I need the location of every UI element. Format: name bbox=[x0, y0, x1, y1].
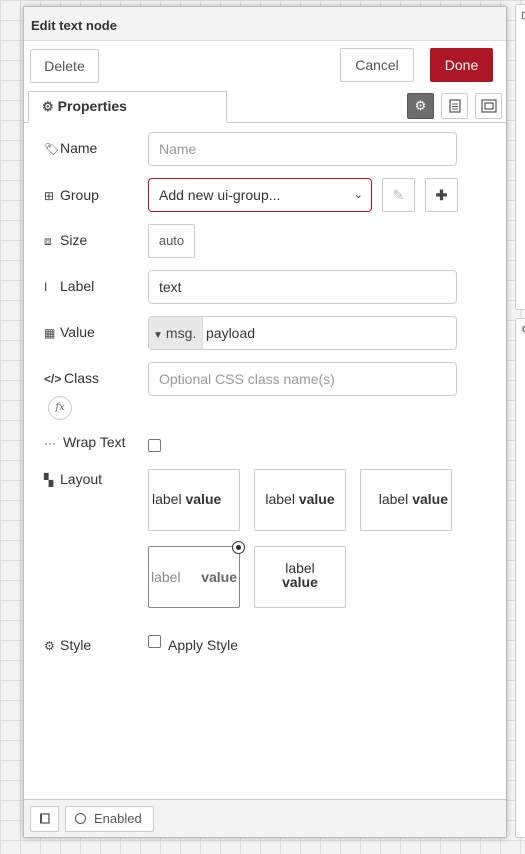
group-select[interactable]: Add new ui-group... ⌄ bbox=[148, 178, 372, 212]
background-node-panel: ⚙ bbox=[515, 318, 525, 838]
size-row-label: ⧈ Size bbox=[44, 232, 87, 249]
layout-option-row-center[interactable]: label value bbox=[254, 469, 346, 531]
group-row-label: ⊞ Group bbox=[44, 187, 99, 203]
delete-button[interactable]: Delete bbox=[30, 49, 99, 83]
wrap-text-label: Wrap Text bbox=[63, 434, 126, 450]
layout-option-value: value bbox=[412, 491, 448, 507]
value-typed-input[interactable]: ▼ msg. payload bbox=[148, 316, 457, 350]
class-label: Class bbox=[64, 370, 100, 386]
apply-style-checkbox[interactable] bbox=[148, 635, 161, 648]
background-node-panel: ⊡ bbox=[515, 4, 525, 310]
style-row-label: ⚙ Style bbox=[44, 637, 91, 653]
group-label: Group bbox=[60, 187, 99, 203]
edit-tray: Edit text node Delete Cancel Done ⚙ Prope… bbox=[23, 6, 507, 838]
value-type-selector[interactable]: ▼ msg. bbox=[149, 317, 203, 349]
caret-down-icon: ▼ bbox=[153, 330, 163, 341]
cancel-button[interactable]: Cancel bbox=[340, 48, 414, 82]
pencil-icon: ✎ bbox=[392, 186, 405, 203]
circle-icon bbox=[75, 813, 86, 824]
calculator-icon: ▦ bbox=[44, 326, 56, 340]
tray-title: Edit text node bbox=[24, 7, 506, 41]
size-label: Size bbox=[60, 232, 88, 248]
enabled-toggle[interactable]: Enabled bbox=[65, 806, 154, 832]
book-icon[interactable] bbox=[30, 806, 59, 832]
layout-selected-radio bbox=[232, 541, 245, 554]
wrap-text-row-label: ··· Wrap Text bbox=[44, 434, 126, 450]
layout-option-label: label bbox=[152, 491, 182, 507]
label-label: Label bbox=[60, 278, 95, 294]
layout-option-row-left[interactable]: label value bbox=[148, 469, 240, 531]
text-cursor-icon: I bbox=[44, 280, 48, 294]
style-label: Style bbox=[60, 637, 92, 653]
value-row-label: ▦ Value bbox=[44, 324, 95, 340]
size-button[interactable]: auto bbox=[148, 224, 195, 258]
tab-bar: ⚙ Properties ⚙ bbox=[24, 91, 506, 123]
resize-icon: ⧈ bbox=[44, 234, 52, 248]
layout-option-row-right[interactable]: label value bbox=[360, 469, 452, 531]
tray-footer: Enabled bbox=[24, 799, 506, 837]
done-button[interactable]: Done bbox=[430, 48, 493, 82]
ellipsis-icon: ··· bbox=[44, 436, 56, 450]
gear-icon[interactable]: ⚙ bbox=[407, 93, 434, 119]
layout-option-value: value bbox=[282, 574, 318, 590]
fx-button[interactable]: fx bbox=[48, 396, 72, 420]
gear-icon: ⚙ bbox=[44, 639, 55, 653]
name-label: Name bbox=[60, 140, 98, 156]
label-row-label: I Label bbox=[44, 278, 94, 294]
gear-icon: ⚙ bbox=[42, 99, 54, 114]
description-icon[interactable] bbox=[441, 93, 468, 119]
layout-option-row-spread[interactable]: label value bbox=[148, 546, 240, 608]
value-label: Value bbox=[60, 324, 95, 340]
add-group-button[interactable]: ✚ bbox=[425, 178, 458, 212]
name-input[interactable]: Name bbox=[148, 132, 457, 166]
layout-option-value: value bbox=[201, 569, 237, 585]
class-input[interactable]: Optional CSS class name(s) bbox=[148, 362, 457, 396]
plus-icon: ✚ bbox=[435, 186, 448, 203]
tab-properties[interactable]: ⚙ Properties bbox=[28, 91, 227, 123]
layout-option-col-center[interactable]: label value bbox=[254, 546, 346, 608]
label-input[interactable]: text bbox=[148, 270, 457, 304]
wrap-text-checkbox[interactable] bbox=[148, 439, 161, 452]
layout-label: Layout bbox=[60, 471, 103, 487]
tab-properties-label: Properties bbox=[57, 98, 127, 114]
name-row-label: 🏷Name bbox=[44, 140, 97, 156]
group-select-value: Add new ui-group... bbox=[159, 187, 281, 203]
layout-option-value: value bbox=[185, 491, 222, 507]
layout-option-value: value bbox=[298, 491, 335, 507]
class-row-label: </> Class bbox=[44, 370, 99, 386]
layout-option-label: label bbox=[378, 491, 409, 507]
apply-style-label: Apply Style bbox=[168, 637, 239, 653]
layout-option-label: label bbox=[151, 569, 181, 585]
edit-group-button[interactable]: ✎ bbox=[382, 178, 415, 212]
tag-icon: 🏷 bbox=[44, 142, 60, 156]
enabled-label: Enabled bbox=[94, 811, 142, 826]
layout-row-label: ▚ Layout bbox=[44, 471, 102, 487]
value-type-prefix: msg. bbox=[165, 325, 197, 341]
value-field-text: payload bbox=[206, 325, 256, 341]
layout-option-label: label bbox=[265, 491, 295, 507]
code-icon: </> bbox=[44, 372, 62, 386]
chevron-down-icon: ⌄ bbox=[353, 189, 363, 201]
appearance-icon[interactable] bbox=[475, 93, 502, 119]
grid-icon: ▚ bbox=[44, 473, 54, 487]
table-icon: ⊞ bbox=[44, 189, 55, 203]
